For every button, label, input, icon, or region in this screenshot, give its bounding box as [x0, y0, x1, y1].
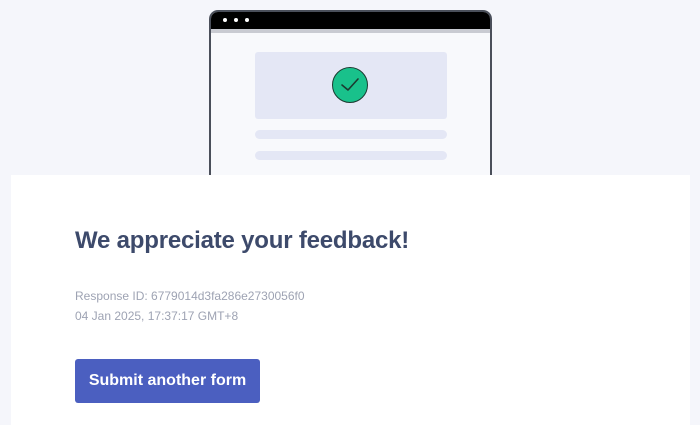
confirmation-card: We appreciate your feedback! Response ID… — [11, 175, 690, 425]
check-icon — [332, 67, 368, 103]
page: We appreciate your feedback! Response ID… — [0, 0, 700, 425]
illustration-hero-block — [255, 52, 447, 119]
browser-window-illustration — [209, 10, 492, 180]
window-dot — [223, 18, 227, 22]
illustration-text-line — [255, 151, 447, 160]
submit-another-form-button[interactable]: Submit another form — [75, 359, 260, 403]
window-bar-divider — [211, 29, 490, 33]
window-dot — [245, 18, 249, 22]
page-title: We appreciate your feedback! — [75, 227, 410, 254]
window-title-bar — [211, 12, 490, 29]
submission-timestamp: 04 Jan 2025, 17:37:17 GMT+8 — [75, 309, 239, 323]
response-id: Response ID: 6779014d3fa286e2730056f0 — [75, 289, 305, 303]
illustration-text-line — [255, 130, 447, 139]
window-dot — [234, 18, 238, 22]
